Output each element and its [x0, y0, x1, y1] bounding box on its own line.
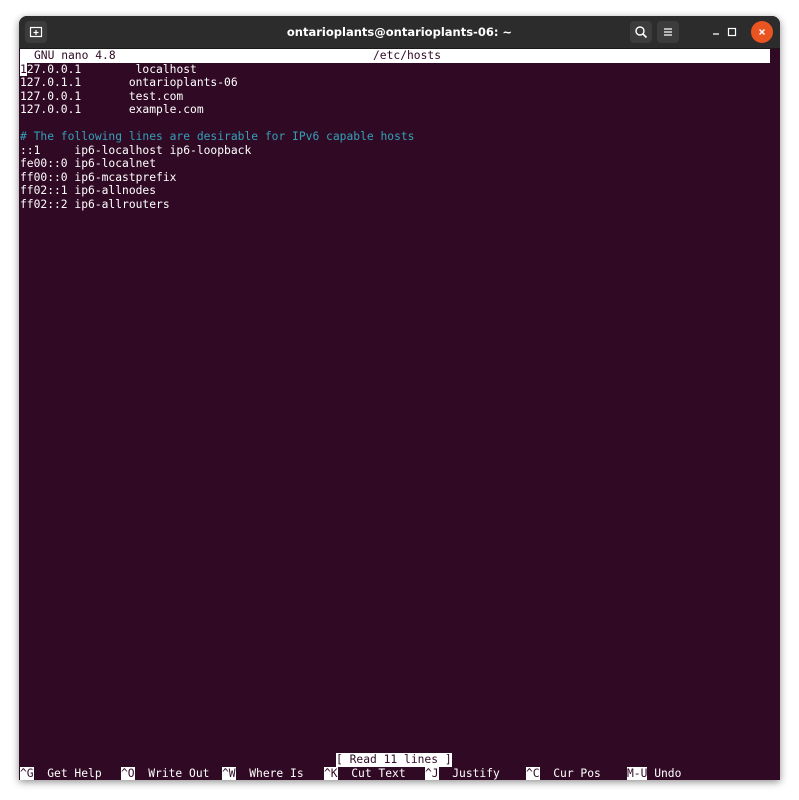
shortcut-label: Undo	[647, 767, 682, 780]
shortcut-undo[interactable]: M-U Undo	[627, 767, 681, 780]
shortcut-label: Justify	[438, 767, 500, 780]
terminal-window: ontarioplants@ontarioplants-06: ~ GNU na…	[19, 16, 780, 780]
shortcut-label: Cut Text	[337, 767, 406, 780]
comment-line: # The following lines are desirable for …	[20, 130, 415, 143]
menu-button[interactable]	[657, 21, 679, 43]
file-line: 127.0.0.1 test.com	[20, 89, 184, 103]
shortcut-key: M-U	[627, 767, 648, 780]
shortcut-label: Get Help	[33, 767, 102, 780]
close-icon	[759, 29, 765, 35]
shortcut-justify[interactable]: ^J Justify	[425, 767, 500, 780]
shortcut-where-is[interactable]: ^W Where Is	[222, 767, 304, 780]
file-line: ff02::2 ip6-allrouters	[20, 197, 170, 211]
close-button[interactable]	[751, 21, 773, 43]
shortcut-get-help[interactable]: ^G Get Help	[20, 767, 102, 780]
search-icon	[635, 26, 648, 39]
file-line: ff00::0 ip6-mcastprefix	[20, 170, 177, 184]
nano-version: GNU nano 4.8	[34, 49, 116, 62]
terminal-area[interactable]: GNU nano 4.8 /etc/hosts 127.0.0.1 localh…	[20, 49, 773, 780]
status-message: [ Read 11 lines ]	[336, 753, 452, 767]
shortcut-key: ^O	[121, 767, 135, 780]
file-line: ff02::1 ip6-allnodes	[20, 184, 157, 197]
shortcut-key: ^C	[526, 767, 540, 780]
shortcut-label: Write Out	[134, 767, 210, 780]
shortcut-write-out[interactable]: ^O Write Out	[121, 767, 209, 780]
file-line: 127.0.0.1 localhost	[20, 62, 197, 77]
shortcut-cur-pos[interactable]: ^C Cur Pos	[526, 767, 601, 780]
shortcut-key: ^W	[222, 767, 236, 780]
line-text: 27.0.0.1 localhost	[26, 62, 197, 76]
nano-filename: /etc/hosts	[373, 49, 442, 62]
search-button[interactable]	[630, 21, 652, 43]
shortcut-cut-text[interactable]: ^K Cut Text	[324, 767, 406, 780]
maximize-button[interactable]	[721, 21, 743, 43]
maximize-icon	[727, 27, 737, 37]
scrollbar[interactable]	[773, 49, 780, 780]
shortcut-label: Cur Pos	[539, 767, 601, 780]
title-bar[interactable]: ontarioplants@ontarioplants-06: ~	[19, 16, 780, 49]
file-line: ::1 ip6-localhost ip6-loopback	[20, 143, 252, 157]
file-line: 127.0.1.1 ontarioplants-06	[20, 76, 238, 89]
shortcut-label: Where Is	[235, 767, 304, 780]
file-line: fe00::0 ip6-localnet	[20, 157, 157, 170]
shortcut-key: ^K	[324, 767, 338, 780]
file-line: 127.0.0.1 example.com	[20, 103, 204, 116]
text-cursor: 1	[20, 62, 27, 76]
shortcut-key: ^G	[20, 767, 34, 780]
shortcut-key: ^J	[425, 767, 439, 780]
nano-header: GNU nano 4.8 /etc/hosts	[20, 49, 770, 63]
hamburger-menu-icon	[664, 28, 672, 36]
